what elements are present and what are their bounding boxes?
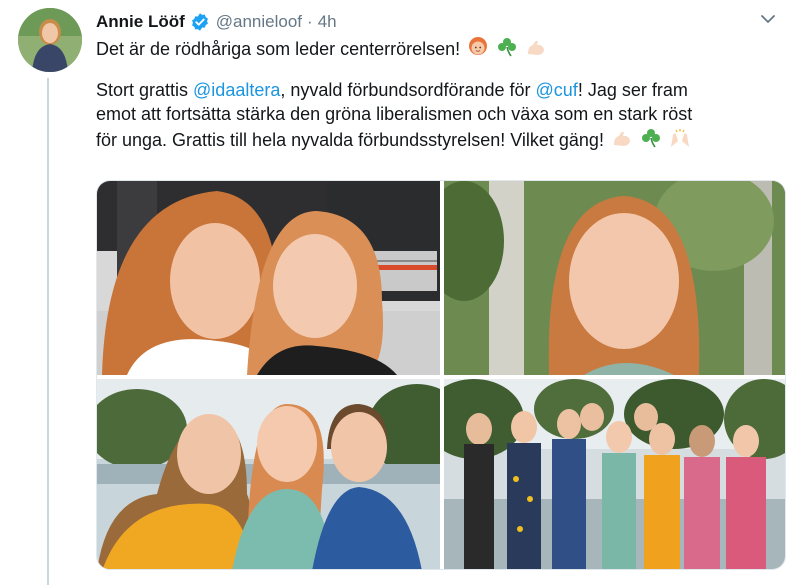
photo-grid [96, 180, 786, 570]
tweet-line-3: emot att fortsätta stärka den gröna libe… [96, 104, 693, 124]
tweet-line-2-post: ! Jag ser fram [577, 79, 688, 100]
tweet-line-4-text: för unga. Grattis till hela nyvalda förb… [96, 129, 604, 150]
tweet-line-1-text: Det är de rödhåriga som leder centerröre… [96, 39, 461, 59]
shamrock-icon [496, 36, 518, 65]
author-name[interactable]: Annie Lööf [96, 12, 185, 32]
photo-portrait-redhead[interactable] [444, 181, 785, 375]
author-handle[interactable]: @annieloof [216, 12, 302, 32]
flexed-biceps-icon [611, 127, 633, 156]
chevron-down-icon[interactable] [759, 10, 777, 28]
mention-link[interactable]: @cuf [536, 80, 578, 100]
tweet-line-1: Det är de rödhåriga som leder centerröre… [96, 36, 786, 61]
tweet-line-2-pre: Stort grattis [96, 79, 194, 100]
photo-group-board[interactable] [444, 379, 785, 569]
tweet-line-2: Stort grattis @idaaltera, nyvald förbund… [96, 78, 786, 103]
tweet-text: Det är de rödhåriga som leder centerröre… [96, 36, 786, 151]
thread-line [47, 78, 49, 585]
separator-dot: · [307, 12, 313, 31]
tweet-line-4: för unga. Grattis till hela nyvalda förb… [96, 127, 786, 152]
timestamp[interactable]: 4h [318, 12, 337, 32]
tweet-line-2-mid: , nyvald förbundsordförande för [280, 79, 536, 100]
flexed-biceps-icon [525, 36, 547, 65]
verified-badge-icon [190, 12, 210, 32]
tweet-header: Annie Lööf @annieloof · 4h [96, 10, 777, 34]
avatar[interactable] [18, 8, 82, 72]
red-haired-woman-icon [467, 36, 489, 65]
mention-link[interactable]: @idaaltera [193, 80, 280, 100]
raising-hands-icon [669, 127, 691, 156]
shamrock-icon [640, 127, 662, 156]
photo-selfie-two-women[interactable] [97, 181, 440, 375]
photo-three-people[interactable] [97, 379, 440, 569]
